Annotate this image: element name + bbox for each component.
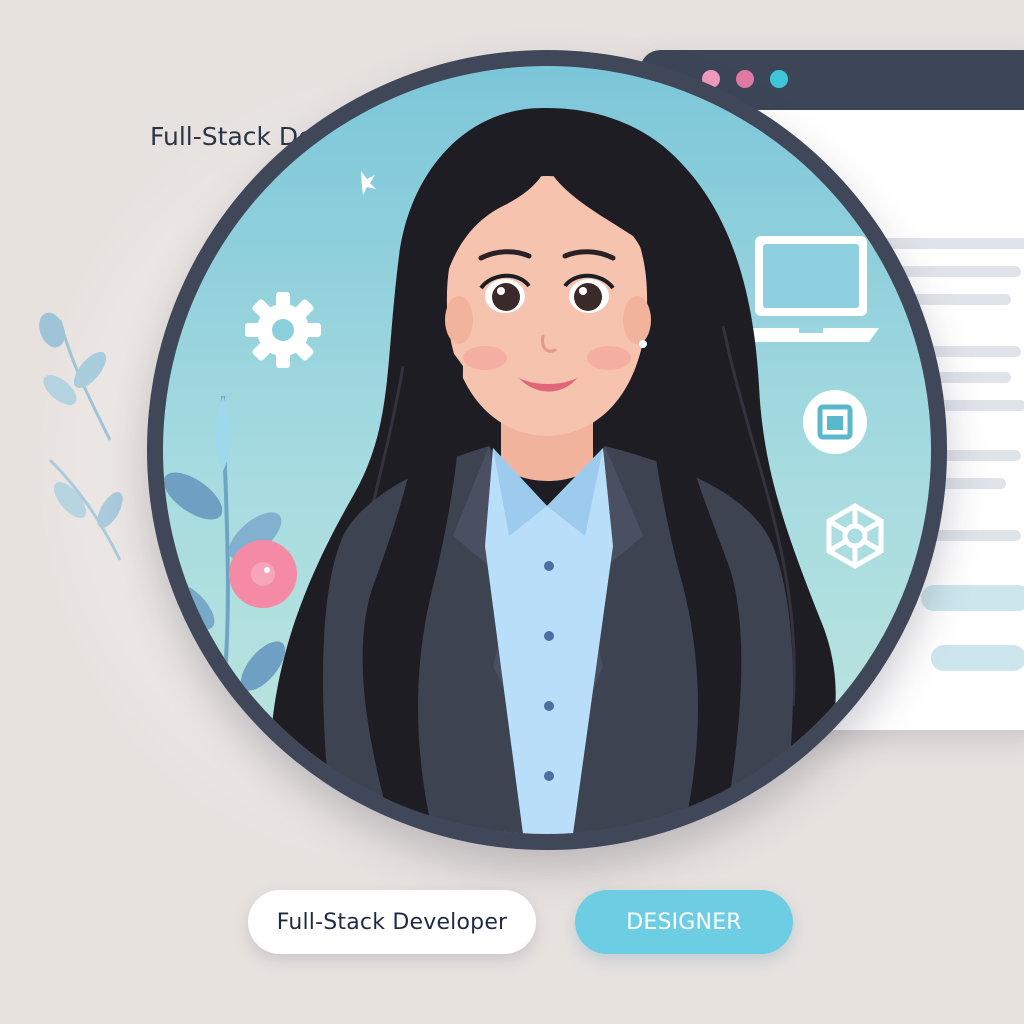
role-badge-full-stack[interactable]: Full-Stack Developer	[248, 890, 536, 954]
flower-icon	[229, 540, 297, 608]
wheel-icon	[826, 503, 884, 569]
gear-icon	[245, 292, 321, 368]
laptop-icon	[743, 236, 879, 342]
sparkle-icon	[361, 171, 376, 195]
leaf-icon	[39, 312, 123, 561]
content-pill[interactable]	[931, 645, 1024, 671]
window-icon	[803, 390, 867, 454]
role-badge-designer[interactable]: DESIGNER	[575, 890, 793, 954]
avatar-illustration	[163, 107, 884, 834]
avatar	[163, 66, 931, 834]
content-pill[interactable]	[921, 585, 1024, 611]
